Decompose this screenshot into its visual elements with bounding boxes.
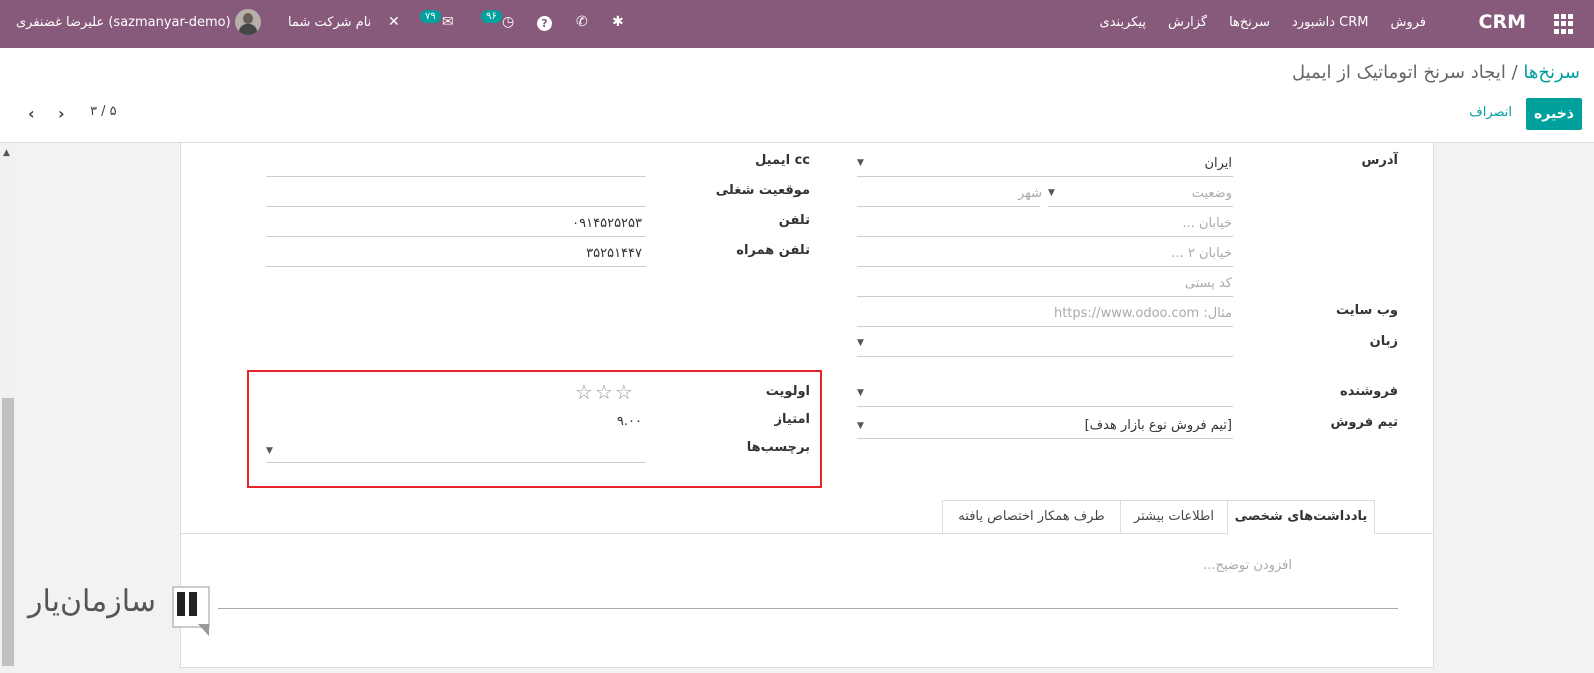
street2-underline <box>857 266 1233 267</box>
save-button[interactable]: ذخیره <box>1526 98 1582 130</box>
score-value: ۹.۰۰ <box>616 414 642 429</box>
sales-team-underline <box>857 438 1233 439</box>
company-name[interactable]: نام شرکت شما <box>288 15 371 30</box>
language-field <box>857 356 1233 357</box>
phone-icon[interactable]: ✆ <box>576 14 588 30</box>
state-field[interactable]: وضعیت <box>1192 186 1232 201</box>
activity-clock-icon[interactable]: ◷ <box>502 14 514 30</box>
website-label: وب سایت <box>1336 303 1398 318</box>
mobile-label: تلفن همراه <box>736 243 810 258</box>
address-label: آدرس <box>1361 153 1398 168</box>
user-avatar[interactable] <box>235 9 261 35</box>
salesperson-field <box>857 406 1233 407</box>
country-underline <box>857 176 1233 177</box>
highlight-box <box>247 370 822 488</box>
state-underline <box>1048 206 1233 207</box>
app-name[interactable]: CRM <box>1479 11 1526 33</box>
state-dropdown-icon[interactable]: ▼ <box>1048 188 1055 198</box>
menu-reporting[interactable]: گزارش <box>1168 15 1207 30</box>
email-cc-label: cc ایمیل <box>755 153 810 168</box>
street2-field[interactable]: خیابان ۲ ... <box>1171 246 1232 261</box>
tags-label: برچسب‌ها <box>746 440 810 455</box>
job-position-field[interactable] <box>266 206 646 207</box>
country-field[interactable]: ایران <box>1204 156 1232 171</box>
job-position-label: موقعیت شغلی <box>715 183 810 198</box>
menu-sales[interactable]: فروش <box>1390 15 1426 30</box>
priority-stars[interactable]: ☆☆☆ <box>575 380 635 404</box>
notes-underline <box>218 608 1398 609</box>
apps-menu-icon[interactable] <box>1554 14 1574 34</box>
zip-underline <box>857 296 1233 297</box>
menu-crm-dashboard[interactable]: داشبورد CRM <box>1292 15 1368 30</box>
notes-field[interactable]: افزودن توضیح... <box>1203 558 1292 573</box>
company-switch-icon[interactable]: ✕ <box>388 14 400 30</box>
website-field[interactable]: مثال: https://www.odoo.com <box>1054 306 1232 321</box>
menu-leads[interactable]: سرنخ‌ها <box>1229 15 1270 30</box>
discard-button[interactable]: انصراف <box>1469 105 1512 120</box>
star-icon[interactable]: ☆ <box>615 380 635 404</box>
help-icon[interactable]: ? <box>537 16 552 31</box>
messages-badge: ۷۹ <box>420 10 441 23</box>
score-label: امتیاز <box>774 412 810 427</box>
mobile-field[interactable]: ۳۵۲۵۱۴۴۷ <box>586 246 642 261</box>
breadcrumb: سرنخ‌ها / ایجاد سرنخ اتوماتیک از ایمیل <box>1292 62 1580 83</box>
tags-dropdown-icon[interactable]: ▼ <box>266 446 273 456</box>
scroll-thumb[interactable] <box>2 398 14 666</box>
star-icon[interactable]: ☆ <box>575 380 595 404</box>
email-cc-field[interactable] <box>266 176 646 177</box>
breadcrumb-separator: / <box>1511 62 1518 83</box>
watermark-text: سازمان‌یار <box>28 584 156 619</box>
city-field[interactable]: شهر <box>1018 186 1042 201</box>
priority-label: اولویت <box>765 384 810 399</box>
scroll-up-icon[interactable]: ▲ <box>3 148 10 158</box>
street-underline <box>857 236 1233 237</box>
phone-underline <box>266 236 646 237</box>
tags-field[interactable] <box>266 462 646 463</box>
top-navbar: CRM فروش داشبورد CRM سرنخ‌ها گزارش پیکرب… <box>0 0 1594 48</box>
breadcrumb-current: ایجاد سرنخ اتوماتیک از ایمیل <box>1292 62 1506 83</box>
breadcrumb-leads-link[interactable]: سرنخ‌ها <box>1523 62 1580 83</box>
user-menu[interactable]: علیرضا غضنفری (sazmanyar-demo) <box>16 15 231 30</box>
zip-field[interactable]: کد پستی <box>1185 276 1232 291</box>
main-menu: فروش داشبورد CRM سرنخ‌ها گزارش پیکربندی <box>1100 15 1426 30</box>
mobile-underline <box>266 266 646 267</box>
country-dropdown-icon[interactable]: ▼ <box>857 158 864 168</box>
star-icon[interactable]: ☆ <box>595 380 615 404</box>
systray: ✱ ✆ ? ◷ ۹۶ ✉ ۷۹ ✕ نام شرکت شما علیرضا غض… <box>0 0 660 48</box>
vertical-scrollbar[interactable]: ▲ <box>0 143 17 673</box>
salesperson-label: فروشنده <box>1340 384 1398 399</box>
salesperson-dropdown-icon[interactable]: ▼ <box>857 388 864 398</box>
activities-badge: ۹۶ <box>481 10 502 23</box>
phone-label: تلفن <box>778 213 810 228</box>
sales-team-dropdown-icon[interactable]: ▼ <box>857 421 864 431</box>
control-panel: سرنخ‌ها / ایجاد سرنخ اتوماتیک از ایمیل ذ… <box>0 48 1594 143</box>
street-field[interactable]: خیابان ... <box>1182 216 1232 231</box>
phone-field[interactable]: ۰۹۱۴۵۲۵۲۵۳ <box>572 216 642 231</box>
language-label: زبان <box>1369 334 1398 349</box>
watermark-logo-icon <box>172 586 210 636</box>
pager-value[interactable]: ۳ / ۵ <box>90 104 117 119</box>
messages-icon[interactable]: ✉ <box>442 14 454 30</box>
pager-previous-icon[interactable]: ‹ <box>28 104 35 123</box>
website-underline <box>857 326 1233 327</box>
tab-internal-notes[interactable]: یادداشت‌های شخصی <box>1227 500 1375 534</box>
tab-extra-info[interactable]: اطلاعات بیشتر <box>1120 500 1228 534</box>
pager-next-icon[interactable]: › <box>58 104 65 123</box>
sales-team-field[interactable]: [تیم فروش نوع بازار هدف] <box>1085 418 1232 433</box>
tab-assigned-partner[interactable]: طرف همکار اختصاص یافته <box>942 500 1121 534</box>
language-dropdown-icon[interactable]: ▼ <box>857 338 864 348</box>
city-underline <box>857 206 1040 207</box>
sales-team-label: تیم فروش <box>1330 415 1398 430</box>
debug-bug-icon[interactable]: ✱ <box>612 14 624 30</box>
menu-configuration[interactable]: پیکربندی <box>1100 15 1146 30</box>
